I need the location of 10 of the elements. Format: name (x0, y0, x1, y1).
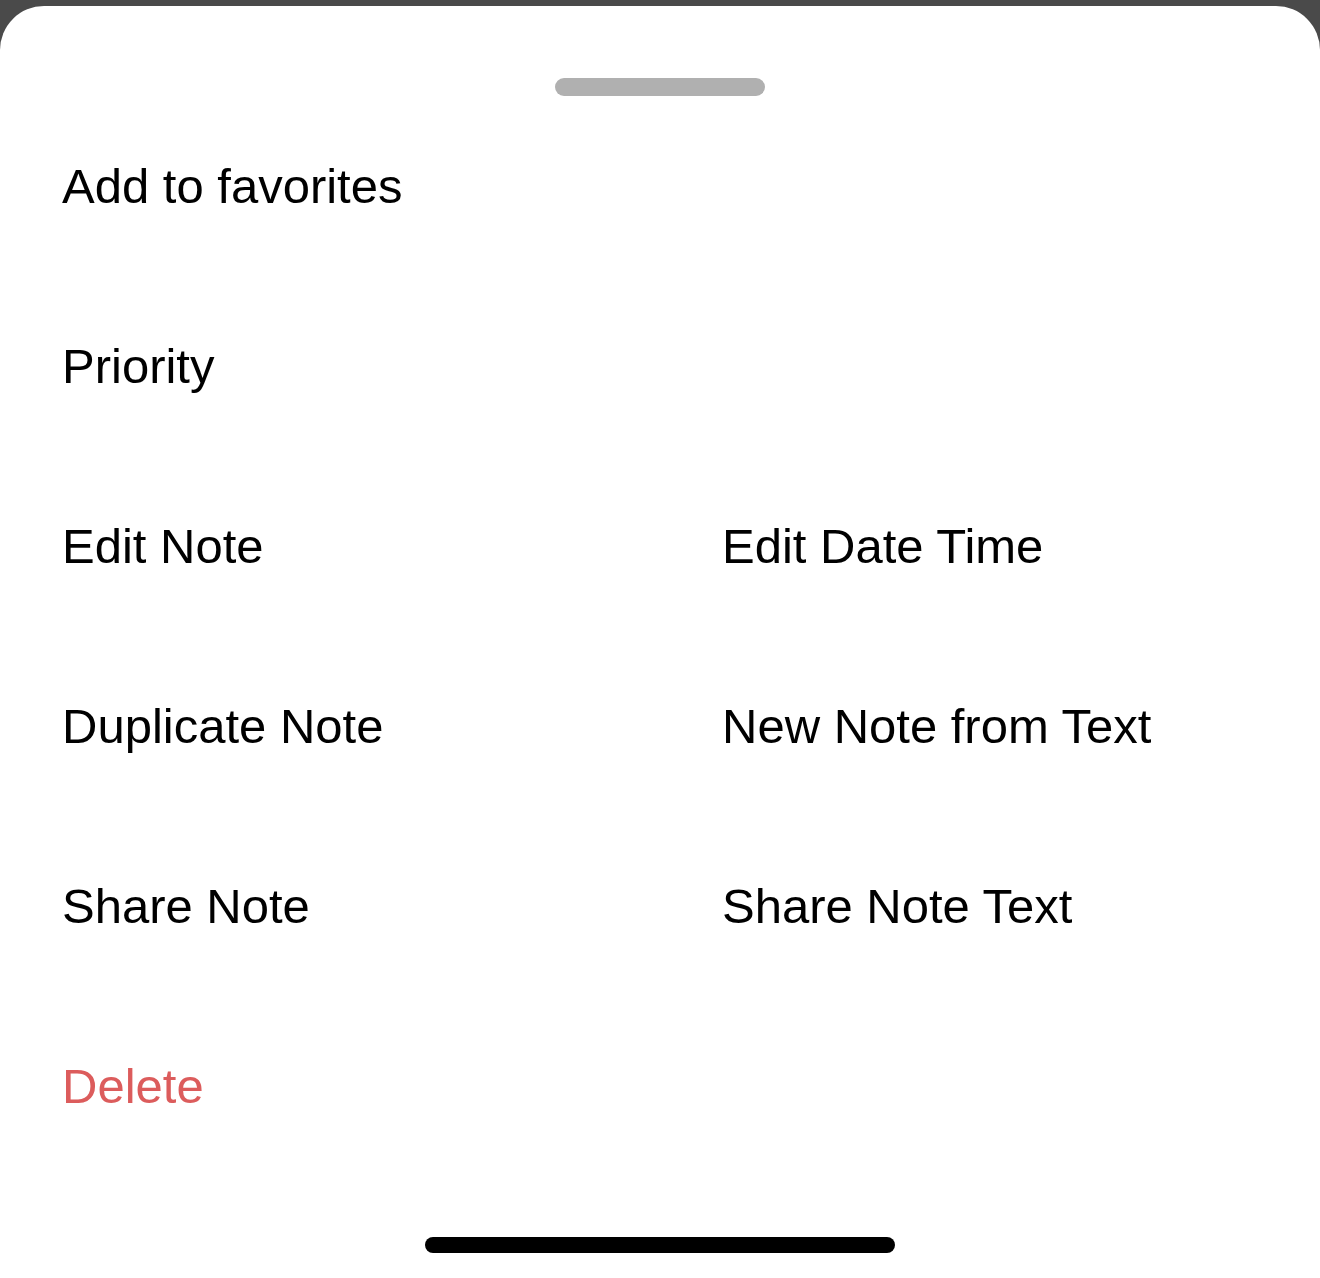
menu-action[interactable]: Delete (62, 1058, 204, 1114)
menu-action[interactable]: Duplicate Note (62, 698, 384, 754)
menu-action[interactable]: New Note from Text (722, 698, 1152, 754)
menu-action[interactable]: Edit Note (62, 518, 264, 574)
menu-action[interactable]: Priority (62, 338, 215, 394)
sheet-grabber[interactable] (555, 78, 765, 96)
menu-action[interactable]: Share Note (62, 878, 310, 934)
menu-action[interactable]: Share Note Text (722, 878, 1073, 934)
menu-action[interactable]: Edit Date Time (722, 518, 1044, 574)
menu-action[interactable]: Add to favorites (62, 158, 403, 214)
